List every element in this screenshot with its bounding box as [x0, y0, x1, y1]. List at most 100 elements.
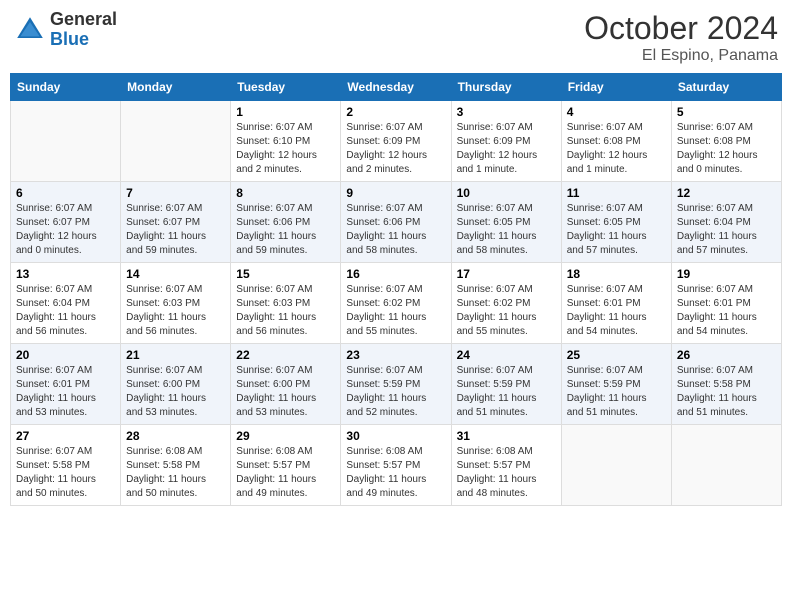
- calendar-cell: 15Sunrise: 6:07 AM Sunset: 6:03 PM Dayli…: [231, 263, 341, 344]
- calendar-cell: 10Sunrise: 6:07 AM Sunset: 6:05 PM Dayli…: [451, 182, 561, 263]
- weekday-header-sunday: Sunday: [11, 74, 121, 101]
- day-number: 31: [457, 429, 556, 443]
- day-number: 19: [677, 267, 776, 281]
- day-info: Sunrise: 6:07 AM Sunset: 6:07 PM Dayligh…: [126, 202, 225, 258]
- calendar-cell: 23 Sunrise: 6:07 AM Sunset: 5:59 PM Dayli…: [341, 344, 451, 425]
- day-number: 18: [567, 267, 666, 281]
- weekday-header-thursday: Thursday: [451, 74, 561, 101]
- calendar-cell: 29 Sunrise: 6:08 AM Sunset: 5:57 PM Dayli…: [231, 425, 341, 506]
- day-number: 12: [677, 186, 776, 200]
- day-number: 23: [346, 348, 445, 362]
- day-info: Sunrise: 6:07 AM Sunset: 6:09 PM Dayligh…: [346, 121, 445, 177]
- calendar-cell: [671, 425, 781, 506]
- calendar-cell: 25Sunrise: 6:07 AM Sunset: 5:59 PM Dayli…: [561, 344, 671, 425]
- calendar-cell: [121, 101, 231, 182]
- day-info: Sunrise: 6:08 AM Sunset: 5:57 PM Dayligh…: [236, 445, 335, 501]
- calendar-cell: 20Sunrise: 6:07 AM Sunset: 6:01 PM Dayli…: [11, 344, 121, 425]
- day-number: 21: [126, 348, 225, 362]
- logo-icon: [14, 14, 46, 46]
- day-info: Sunrise: 6:07 AM Sunset: 6:01 PM Dayligh…: [677, 283, 776, 339]
- day-number: 4: [567, 105, 666, 119]
- day-info: Sunrise: 6:07 AM Sunset: 5:59 PM Dayligh…: [457, 364, 556, 420]
- day-number: 7: [126, 186, 225, 200]
- day-number: 3: [457, 105, 556, 119]
- calendar-cell: [561, 425, 671, 506]
- day-info: Sunrise: 6:07 AM Sunset: 6:03 PM Dayligh…: [236, 283, 335, 339]
- day-info: Sunrise: 6:07 AM Sunset: 6:04 PM Dayligh…: [16, 283, 115, 339]
- calendar-week-5: 27 Sunrise: 6:07 AM Sunset: 5:58 PM Dayli…: [11, 425, 782, 506]
- day-number: 5: [677, 105, 776, 119]
- day-number: 10: [457, 186, 556, 200]
- calendar-cell: 9 Sunrise: 6:07 AM Sunset: 6:06 PM Daylig…: [341, 182, 451, 263]
- day-info: Sunrise: 6:07 AM Sunset: 6:09 PM Dayligh…: [457, 121, 556, 177]
- day-info: Sunrise: 6:07 AM Sunset: 6:06 PM Dayligh…: [346, 202, 445, 258]
- calendar-week-3: 13 Sunrise: 6:07 AM Sunset: 6:04 PM Dayli…: [11, 263, 782, 344]
- day-info: Sunrise: 6:07 AM Sunset: 5:59 PM Dayligh…: [346, 364, 445, 420]
- day-number: 22: [236, 348, 335, 362]
- calendar-cell: 4Sunrise: 6:07 AM Sunset: 6:08 PM Daylig…: [561, 101, 671, 182]
- calendar-cell: 14Sunrise: 6:07 AM Sunset: 6:03 PM Dayli…: [121, 263, 231, 344]
- day-number: 9: [346, 186, 445, 200]
- calendar-cell: 28Sunrise: 6:08 AM Sunset: 5:58 PM Dayli…: [121, 425, 231, 506]
- calendar-cell: 1 Sunrise: 6:07 AM Sunset: 6:10 PM Daylig…: [231, 101, 341, 182]
- calendar-cell: 18 Sunrise: 6:07 AM Sunset: 6:01 PM Dayli…: [561, 263, 671, 344]
- day-number: 27: [16, 429, 115, 443]
- weekday-header-monday: Monday: [121, 74, 231, 101]
- weekday-header-friday: Friday: [561, 74, 671, 101]
- calendar-cell: [11, 101, 121, 182]
- month-title: October 2024: [584, 10, 778, 47]
- page-header: General Blue October 2024 El Espino, Pan…: [10, 10, 782, 65]
- calendar-cell: 27 Sunrise: 6:07 AM Sunset: 5:58 PM Dayli…: [11, 425, 121, 506]
- day-number: 30: [346, 429, 445, 443]
- day-number: 28: [126, 429, 225, 443]
- calendar-week-1: 1 Sunrise: 6:07 AM Sunset: 6:10 PM Daylig…: [11, 101, 782, 182]
- calendar-cell: 19 Sunrise: 6:07 AM Sunset: 6:01 PM Dayli…: [671, 263, 781, 344]
- day-info: Sunrise: 6:07 AM Sunset: 6:01 PM Dayligh…: [567, 283, 666, 339]
- day-info: Sunrise: 6:07 AM Sunset: 6:04 PM Dayligh…: [677, 202, 776, 258]
- calendar-table: SundayMondayTuesdayWednesdayThursdayFrid…: [10, 73, 782, 506]
- calendar-cell: 31 Sunrise: 6:08 AM Sunset: 5:57 PM Dayli…: [451, 425, 561, 506]
- calendar-cell: 2 Sunrise: 6:07 AM Sunset: 6:09 PM Daylig…: [341, 101, 451, 182]
- calendar-cell: 26 Sunrise: 6:07 AM Sunset: 5:58 PM Dayli…: [671, 344, 781, 425]
- weekday-header-tuesday: Tuesday: [231, 74, 341, 101]
- calendar-cell: 6 Sunrise: 6:07 AM Sunset: 6:07 PM Daylig…: [11, 182, 121, 263]
- calendar-cell: 3 Sunrise: 6:07 AM Sunset: 6:09 PM Daylig…: [451, 101, 561, 182]
- title-block: October 2024 El Espino, Panama: [584, 10, 778, 65]
- day-number: 1: [236, 105, 335, 119]
- day-info: Sunrise: 6:07 AM Sunset: 5:58 PM Dayligh…: [16, 445, 115, 501]
- day-number: 11: [567, 186, 666, 200]
- day-info: Sunrise: 6:07 AM Sunset: 6:10 PM Dayligh…: [236, 121, 335, 177]
- day-info: Sunrise: 6:07 AM Sunset: 6:02 PM Dayligh…: [457, 283, 556, 339]
- calendar-cell: 30Sunrise: 6:08 AM Sunset: 5:57 PM Dayli…: [341, 425, 451, 506]
- weekday-header-row: SundayMondayTuesdayWednesdayThursdayFrid…: [11, 74, 782, 101]
- calendar-cell: 8Sunrise: 6:07 AM Sunset: 6:06 PM Daylig…: [231, 182, 341, 263]
- calendar-cell: 16Sunrise: 6:07 AM Sunset: 6:02 PM Dayli…: [341, 263, 451, 344]
- day-info: Sunrise: 6:08 AM Sunset: 5:57 PM Dayligh…: [457, 445, 556, 501]
- day-info: Sunrise: 6:07 AM Sunset: 5:58 PM Dayligh…: [677, 364, 776, 420]
- day-number: 13: [16, 267, 115, 281]
- day-number: 16: [346, 267, 445, 281]
- calendar-week-2: 6 Sunrise: 6:07 AM Sunset: 6:07 PM Daylig…: [11, 182, 782, 263]
- day-number: 17: [457, 267, 556, 281]
- logo: General Blue: [14, 10, 117, 50]
- day-info: Sunrise: 6:07 AM Sunset: 6:07 PM Dayligh…: [16, 202, 115, 258]
- day-number: 24: [457, 348, 556, 362]
- calendar-cell: 12 Sunrise: 6:07 AM Sunset: 6:04 PM Dayli…: [671, 182, 781, 263]
- calendar-cell: 24 Sunrise: 6:07 AM Sunset: 5:59 PM Dayli…: [451, 344, 561, 425]
- logo-text: General Blue: [50, 10, 117, 50]
- day-info: Sunrise: 6:07 AM Sunset: 5:59 PM Dayligh…: [567, 364, 666, 420]
- location-text: El Espino, Panama: [584, 47, 778, 65]
- day-info: Sunrise: 6:07 AM Sunset: 6:00 PM Dayligh…: [236, 364, 335, 420]
- day-number: 6: [16, 186, 115, 200]
- calendar-cell: 11Sunrise: 6:07 AM Sunset: 6:05 PM Dayli…: [561, 182, 671, 263]
- calendar-cell: 22 Sunrise: 6:07 AM Sunset: 6:00 PM Dayli…: [231, 344, 341, 425]
- day-number: 2: [346, 105, 445, 119]
- day-info: Sunrise: 6:07 AM Sunset: 6:01 PM Dayligh…: [16, 364, 115, 420]
- calendar-cell: 13 Sunrise: 6:07 AM Sunset: 6:04 PM Dayli…: [11, 263, 121, 344]
- day-number: 29: [236, 429, 335, 443]
- day-info: Sunrise: 6:07 AM Sunset: 6:08 PM Dayligh…: [677, 121, 776, 177]
- day-info: Sunrise: 6:07 AM Sunset: 6:06 PM Dayligh…: [236, 202, 335, 258]
- calendar-cell: 21Sunrise: 6:07 AM Sunset: 6:00 PM Dayli…: [121, 344, 231, 425]
- logo-general-text: General: [50, 10, 117, 30]
- day-number: 26: [677, 348, 776, 362]
